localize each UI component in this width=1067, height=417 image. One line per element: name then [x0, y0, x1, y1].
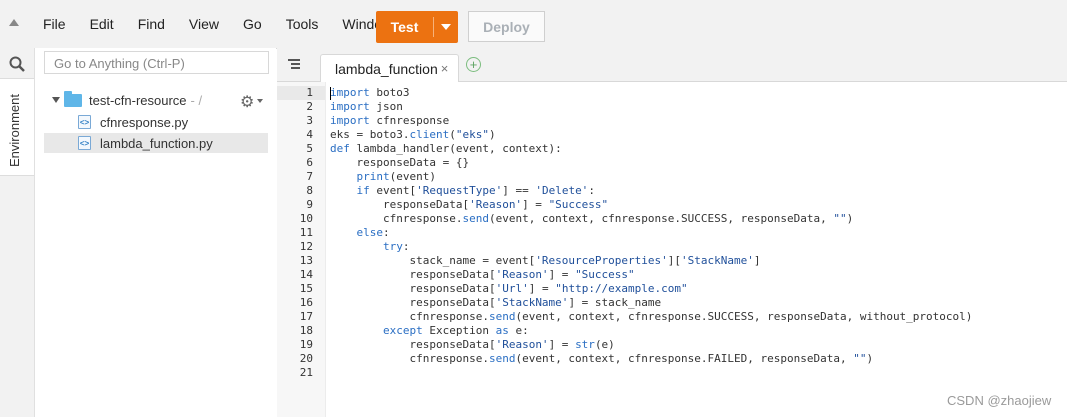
- code-line[interactable]: responseData['Reason'] = "Success": [330, 268, 634, 282]
- code-line[interactable]: if event['RequestType'] == 'Delete':: [330, 184, 595, 198]
- menu-view[interactable]: View: [177, 16, 231, 32]
- line-number: 13: [299, 254, 313, 267]
- code-editor[interactable]: import boto3 import json import cfnrespons…: [326, 82, 1067, 417]
- code-line[interactable]: responseData['Url'] = "http://example.co…: [330, 282, 687, 296]
- collapse-up-icon[interactable]: [9, 19, 19, 26]
- code-line[interactable]: responseData['StackName'] = stack_name: [330, 296, 661, 310]
- line-number: 14: [299, 268, 313, 281]
- tab-title: lambda_function: [335, 60, 438, 77]
- line-number: 16: [299, 296, 313, 309]
- line-number: 8: [306, 184, 313, 197]
- menu-bar: File Edit Find View Go Tools Window Test…: [0, 0, 1067, 49]
- code-line[interactable]: responseData['Reason'] = str(e): [330, 338, 614, 352]
- menu-go[interactable]: Go: [231, 16, 274, 32]
- watermark: CSDN @zhaojiew: [947, 393, 1052, 408]
- tab-lambda-function[interactable]: lambda_function ×: [320, 54, 459, 82]
- search-icon[interactable]: [9, 56, 25, 72]
- menu-tools[interactable]: Tools: [274, 16, 331, 32]
- code-line[interactable]: import boto3: [330, 86, 410, 100]
- code-line[interactable]: stack_name = event['ResourceProperties']…: [330, 254, 760, 268]
- line-number: 11: [299, 226, 313, 239]
- test-button[interactable]: Test: [376, 11, 458, 43]
- code-line[interactable]: responseData = {}: [330, 156, 469, 170]
- gear-icon[interactable]: ⚙: [240, 92, 254, 112]
- environment-tab[interactable]: Environment: [0, 78, 34, 176]
- line-number: 15: [299, 282, 313, 295]
- code-line[interactable]: eks = boto3.client("eks"): [330, 128, 496, 142]
- code-line[interactable]: print(event): [330, 170, 436, 184]
- code-line[interactable]: cfnresponse.send(event, context, cfnresp…: [330, 212, 853, 226]
- folder-name: test-cfn-resource: [89, 92, 187, 108]
- code-line[interactable]: else:: [330, 226, 390, 240]
- code-line[interactable]: def lambda_handler(event, context):: [330, 142, 562, 156]
- line-number: 19: [299, 338, 313, 351]
- text-cursor: [330, 87, 331, 100]
- add-tab-icon[interactable]: +: [466, 57, 481, 72]
- chevron-down-icon: [441, 24, 451, 30]
- test-dropdown-button[interactable]: [434, 24, 458, 30]
- code-line[interactable]: except Exception as e:: [330, 324, 529, 338]
- line-number: 10: [299, 212, 313, 225]
- deploy-button[interactable]: Deploy: [468, 11, 545, 42]
- line-number: 2: [306, 100, 313, 113]
- line-number: 4: [306, 128, 313, 141]
- close-icon[interactable]: ×: [441, 61, 449, 76]
- menu-edit[interactable]: Edit: [78, 16, 126, 32]
- line-number: 21: [299, 366, 313, 379]
- file-item-lambda-function[interactable]: <> lambda_function.py: [44, 133, 268, 153]
- main-menu: File Edit Find View Go Tools Window: [31, 0, 404, 48]
- code-line[interactable]: import json: [330, 100, 403, 114]
- code-line[interactable]: cfnresponse.send(event, context, cfnresp…: [330, 310, 972, 324]
- list-icon[interactable]: [288, 59, 300, 69]
- environment-tab-label: Environment: [7, 94, 22, 167]
- folder-suffix: - /: [190, 92, 203, 108]
- menu-file[interactable]: File: [31, 16, 78, 32]
- code-line[interactable]: responseData['Reason'] = "Success": [330, 198, 608, 212]
- python-file-icon: <>: [78, 115, 91, 129]
- line-number: 1: [306, 86, 313, 99]
- gear-caret-icon[interactable]: [257, 99, 263, 103]
- line-number: 18: [299, 324, 313, 337]
- line-number: 6: [306, 156, 313, 169]
- menu-find[interactable]: Find: [126, 16, 177, 32]
- file-item-cfnresponse[interactable]: <> cfnresponse.py: [44, 112, 268, 132]
- file-name: lambda_function.py: [100, 135, 213, 151]
- tree-folder[interactable]: test-cfn-resource - /: [52, 90, 203, 108]
- test-button-label: Test: [390, 19, 419, 35]
- code-line[interactable]: try:: [330, 240, 410, 254]
- line-number: 17: [299, 310, 313, 323]
- line-number: 7: [306, 170, 313, 183]
- line-number: 5: [306, 142, 313, 155]
- folder-icon: [64, 90, 82, 107]
- line-number: 12: [299, 240, 313, 253]
- go-to-anything-input[interactable]: Go to Anything (Ctrl-P): [44, 51, 269, 74]
- python-file-icon: <>: [78, 136, 91, 150]
- line-number: 20: [299, 352, 313, 365]
- line-number: 3: [306, 114, 313, 127]
- caret-down-icon[interactable]: [52, 97, 60, 103]
- file-name: cfnresponse.py: [100, 114, 189, 130]
- line-number: 9: [306, 198, 313, 211]
- code-line[interactable]: cfnresponse.send(event, context, cfnresp…: [330, 352, 873, 366]
- code-line[interactable]: import cfnresponse: [330, 114, 449, 128]
